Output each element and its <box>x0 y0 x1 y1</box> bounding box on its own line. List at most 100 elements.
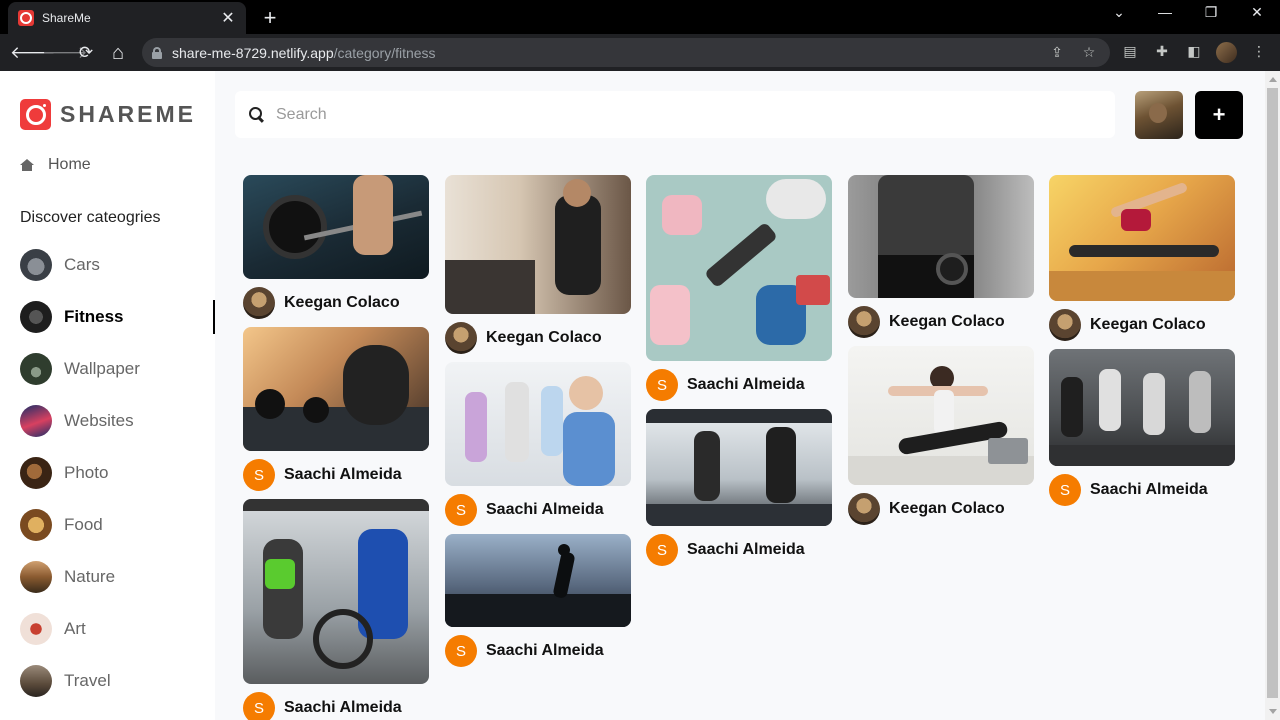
tab-search-icon[interactable]: ⌄ <box>1105 4 1133 21</box>
author-name: Keegan Colaco <box>889 500 1005 517</box>
author-avatar <box>848 306 880 338</box>
pin-author[interactable]: Keegan Colaco <box>848 493 1034 525</box>
author-avatar <box>1049 309 1081 341</box>
wallpaper-thumbnail <box>20 353 52 385</box>
reload-icon[interactable]: ⟳ <box>74 41 98 65</box>
shareme-logo[interactable]: SHAREME <box>20 99 196 130</box>
pin-card[interactable]: Keegan Colaco <box>445 175 631 354</box>
bookmark-star-icon[interactable]: ☆ <box>1080 44 1098 61</box>
gym-treadmill-runner-icon[interactable] <box>445 175 631 314</box>
senior-fitness-class-icon[interactable] <box>445 362 631 486</box>
pin-author[interactable]: S Saachi Almeida <box>445 494 631 526</box>
cars-thumbnail <box>20 249 52 281</box>
side-panel-icon[interactable]: ◧ <box>1184 43 1204 60</box>
art-thumbnail <box>20 613 52 645</box>
sidebar-item-art[interactable]: Art <box>20 613 215 645</box>
discover-heading: Discover cateogries <box>20 209 161 226</box>
sidebar-item-cars[interactable]: Cars <box>20 249 215 281</box>
sidebar-item-travel[interactable]: Travel <box>20 665 215 697</box>
forward-icon[interactable]: 🡒 <box>42 41 88 65</box>
home-icon[interactable]: ⌂ <box>106 41 130 65</box>
close-window-button[interactable]: ✕ <box>1243 4 1271 21</box>
browser-tab-strip: ShareMe ✕ + ⌄ — ❐ ✕ <box>0 0 1280 34</box>
url-path: /category/fitness <box>333 44 436 61</box>
pin-author[interactable]: Keegan Colaco <box>243 287 429 319</box>
photo-thumbnail <box>20 457 52 489</box>
search-icon <box>249 107 264 122</box>
tab-title: ShareMe <box>42 11 91 25</box>
sidebar-item-food[interactable]: Food <box>20 509 215 541</box>
pin-card[interactable]: S Saachi Almeida <box>445 362 631 526</box>
yoga-lunge-laptop-icon[interactable] <box>848 346 1034 485</box>
group-lunges-icon[interactable] <box>1049 349 1235 466</box>
pin-card[interactable]: Keegan Colaco <box>1049 175 1235 341</box>
pin-author[interactable]: Keegan Colaco <box>445 322 631 354</box>
minimize-button[interactable]: — <box>1151 4 1179 20</box>
camera-logo-icon <box>20 99 51 130</box>
author-avatar <box>445 322 477 354</box>
extensions-icon[interactable]: ✚ <box>1152 43 1172 60</box>
author-name: Saachi Almeida <box>687 376 805 393</box>
scroll-thumb[interactable] <box>1267 88 1278 698</box>
pin-card[interactable]: Keegan Colaco <box>848 175 1034 338</box>
author-name: Keegan Colaco <box>889 313 1005 330</box>
lock-icon[interactable] <box>152 46 162 59</box>
author-avatar: S <box>445 494 477 526</box>
resting-with-dumbbells-icon[interactable] <box>243 327 429 451</box>
abs-dumbbell-bw-icon[interactable] <box>848 175 1034 298</box>
author-avatar: S <box>445 635 477 667</box>
battle-ropes-icon[interactable] <box>243 499 429 684</box>
pin-card[interactable]: S Saachi Almeida <box>646 409 832 566</box>
scroll-up-icon[interactable] <box>1269 77 1277 82</box>
scroll-down-icon[interactable] <box>1269 709 1277 714</box>
dumbbells-flatlay-icon[interactable] <box>646 175 832 361</box>
pin-author[interactable]: S Saachi Almeida <box>243 692 429 720</box>
new-tab-button[interactable]: + <box>258 5 282 31</box>
sidebar-item-photo[interactable]: Photo <box>20 457 215 489</box>
pin-card[interactable]: Keegan Colaco <box>848 346 1034 525</box>
tab-close-icon[interactable]: ✕ <box>220 8 236 28</box>
url-host: share-me-8729.netlify.app <box>172 44 334 61</box>
menu-icon[interactable]: ⋮ <box>1249 43 1269 60</box>
treadmills-window-icon[interactable] <box>646 409 832 526</box>
pin-author[interactable]: S Saachi Almeida <box>243 459 429 491</box>
share-icon[interactable]: ⇪ <box>1048 44 1066 61</box>
pin-card[interactable]: S Saachi Almeida <box>243 327 429 491</box>
pin-card[interactable]: S Saachi Almeida <box>646 175 832 401</box>
stretching-woman-icon[interactable] <box>1049 175 1235 301</box>
back-icon[interactable]: 🡐 <box>10 41 56 65</box>
reading-list-icon[interactable]: ▤ <box>1120 43 1140 60</box>
pin-author[interactable]: S Saachi Almeida <box>1049 474 1235 506</box>
pin-author[interactable]: S Saachi Almeida <box>445 635 631 667</box>
food-thumbnail <box>20 509 52 541</box>
search-bar[interactable] <box>235 91 1115 138</box>
sidebar-item-home[interactable]: Home <box>20 156 91 174</box>
restore-button[interactable]: ❐ <box>1197 4 1225 21</box>
address-bar[interactable]: share-me-8729.netlify.app/category/fitne… <box>142 38 1110 67</box>
websites-thumbnail <box>20 405 52 437</box>
author-avatar: S <box>243 459 275 491</box>
user-profile-avatar[interactable] <box>1135 91 1183 139</box>
pin-card[interactable]: S Saachi Almeida <box>445 534 631 667</box>
pin-author[interactable]: S Saachi Almeida <box>646 369 832 401</box>
sidebar-item-label: Wallpaper <box>64 359 140 378</box>
browser-tab[interactable]: ShareMe ✕ <box>8 2 246 34</box>
pin-card[interactable]: Keegan Colaco <box>243 175 429 319</box>
pin-card[interactable]: S Saachi Almeida <box>1049 349 1235 506</box>
barbell-deadlift-icon[interactable] <box>243 175 429 279</box>
sidebar-item-fitness[interactable]: Fitness <box>20 300 215 334</box>
page-scrollbar[interactable] <box>1265 71 1280 720</box>
sidebar-item-wallpaper[interactable]: Wallpaper <box>20 353 215 385</box>
pin-author[interactable]: Keegan Colaco <box>848 306 1034 338</box>
sidebar-item-websites[interactable]: Websites <box>20 405 215 437</box>
search-input[interactable] <box>276 105 1096 124</box>
browser-profile-avatar[interactable] <box>1216 42 1237 63</box>
create-pin-button[interactable]: + <box>1195 91 1243 139</box>
author-avatar: S <box>646 369 678 401</box>
sidebar-item-nature[interactable]: Nature <box>20 561 215 593</box>
sunset-runner-icon[interactable] <box>445 534 631 627</box>
pin-author[interactable]: Keegan Colaco <box>1049 309 1235 341</box>
sidebar-item-label: Nature <box>64 567 116 586</box>
pin-author[interactable]: S Saachi Almeida <box>646 534 832 566</box>
pin-card[interactable]: S Saachi Almeida <box>243 499 429 720</box>
